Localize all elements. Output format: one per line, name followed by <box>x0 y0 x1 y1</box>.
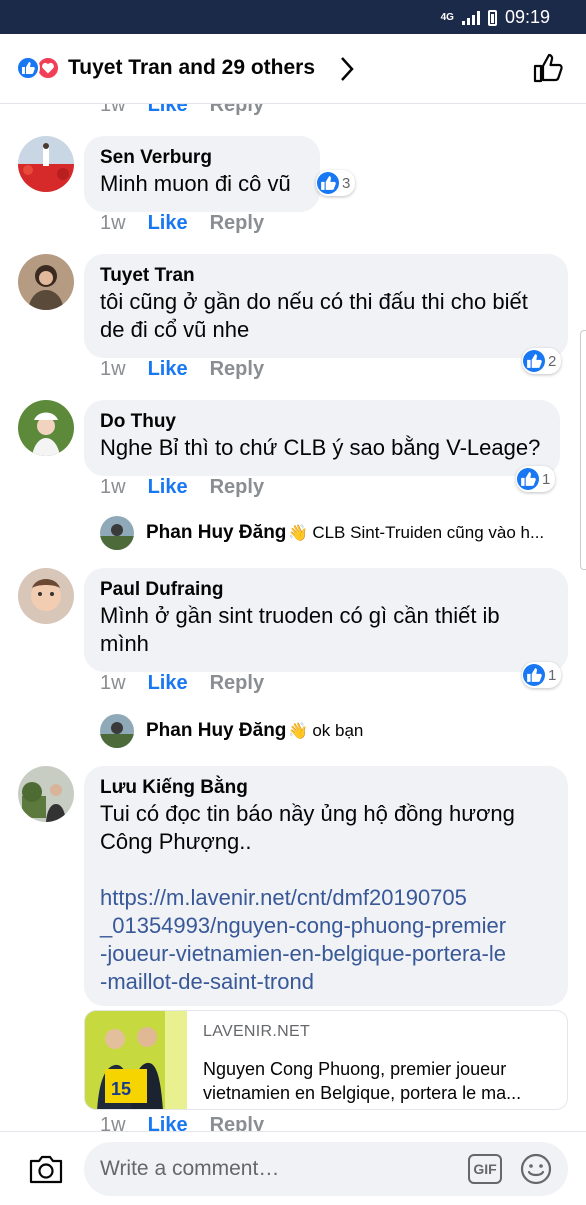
comment-text: mình <box>100 631 149 656</box>
reply-link[interactable]: Reply <box>210 212 264 235</box>
comment-author[interactable]: Lưu Kiếng Bằng <box>100 776 552 800</box>
comment-text: Mình ở gần sint truoden có gì cần thiết … <box>100 603 500 628</box>
comment-actions: 1w Like Reply <box>100 104 264 117</box>
like-link[interactable]: Like <box>148 104 188 117</box>
reply-author[interactable]: Phan Huy Đăng <box>146 522 286 544</box>
reply-link[interactable]: Reply <box>210 1114 264 1131</box>
comment-link[interactable]: -joueur-vietnamien-en-belgique-portera-l… <box>100 940 552 968</box>
comment-bubble[interactable]: Lưu Kiếng Bằng Tui có đọc tin báo nầy ủn… <box>84 766 568 1006</box>
clock: 09:19 <box>504 7 550 27</box>
comment-author[interactable]: Sen Verburg <box>100 146 304 170</box>
link-preview-card[interactable]: 15 LAVENIR.NET Nguyen Cong Phuong, premi… <box>84 1010 568 1110</box>
comment-text: Nghe Bỉ thì to chứ CLB ý sao bằng V-Leag… <box>100 435 541 460</box>
like-link[interactable]: Like <box>148 212 188 235</box>
reply-avatar[interactable] <box>100 714 134 748</box>
link-preview-image: 15 <box>85 1011 187 1109</box>
reactors-summary[interactable]: Tuyet Tran and 29 others <box>68 56 315 80</box>
reaction-count[interactable]: 2 <box>522 348 562 374</box>
reaction-count-value: 1 <box>548 666 557 684</box>
avatar[interactable] <box>18 136 74 192</box>
signal-icon <box>461 10 480 25</box>
reply-link[interactable]: Reply <box>210 672 264 695</box>
comment-bubble[interactable]: Sen Verburg Minh muon đi cô vũ <box>84 136 320 212</box>
scrollbar[interactable] <box>580 330 586 570</box>
reply-text: CLB Sint-Truiden cũng vào h... <box>312 523 545 542</box>
link-preview-title[interactable]: Nguyen Cong Phuong, premier joueur vietn… <box>203 1057 559 1105</box>
comment-text: Minh muon đi cô vũ <box>100 171 291 196</box>
comment-actions: 1w Like Reply <box>100 212 264 235</box>
reply-link[interactable]: Reply <box>210 104 264 117</box>
comment-link[interactable]: -maillot-de-saint-trond <box>100 968 552 996</box>
reply-link[interactable]: Reply <box>210 358 264 381</box>
avatar[interactable] <box>18 568 74 624</box>
reaction-count[interactable]: 1 <box>516 466 556 492</box>
like-post-icon[interactable] <box>532 52 564 84</box>
comment-text: de đi cổ vũ nhe <box>100 317 250 342</box>
like-link[interactable]: Like <box>148 672 188 695</box>
reply-preview[interactable]: Phan Huy Đăng 👋 ok bạn <box>146 720 566 742</box>
avatar[interactable] <box>18 254 74 310</box>
reaction-icons[interactable] <box>16 56 60 80</box>
comment-time: 1w <box>100 212 126 234</box>
reaction-count-value: 3 <box>342 174 351 192</box>
like-reaction-icon <box>16 56 40 80</box>
like-link[interactable]: Like <box>148 358 188 381</box>
avatar[interactable] <box>18 766 74 822</box>
wave-icon: 👋 <box>288 525 309 542</box>
like-reaction-icon <box>523 664 545 686</box>
camera-icon[interactable] <box>28 1153 64 1185</box>
comment-text: Tui có đọc tin báo nầy ủng hộ đồng hương <box>100 801 515 826</box>
comment-link[interactable]: _01354993/nguyen-cong-phuong-premier <box>100 912 552 940</box>
avatar[interactable] <box>18 400 74 456</box>
comment-author[interactable]: Paul Dufraing <box>100 578 552 602</box>
reaction-count[interactable]: 3 <box>316 170 356 196</box>
comment-text: tôi cũng ở gần do nếu có thi đấu thi cho… <box>100 289 528 314</box>
comment-time: 1w <box>100 476 126 498</box>
comment-time: 1w <box>100 104 126 116</box>
comment-link[interactable]: https://m.lavenir.net/cnt/dmf20190705 <box>100 884 552 912</box>
status-icons: 4G 09:19 <box>441 7 550 28</box>
comments-list[interactable]: 1w Like Reply Sen Verburg Minh muon đi c… <box>0 104 586 1131</box>
reply-link[interactable]: Reply <box>210 476 264 499</box>
reaction-count[interactable]: 1 <box>522 662 562 688</box>
comment-bubble[interactable]: Do Thuy Nghe Bỉ thì to chứ CLB ý sao bằn… <box>84 400 560 476</box>
comment-actions: 1w Like Reply <box>100 1114 264 1131</box>
wave-icon: 👋 <box>288 723 309 740</box>
comment-composer: Write a comment… GIF <box>0 1131 586 1205</box>
comment-bubble[interactable]: Paul Dufraing Mình ở gần sint truoden có… <box>84 568 568 672</box>
comment-actions: 1w Like Reply <box>100 476 264 499</box>
like-reaction-icon <box>523 350 545 372</box>
status-bar: 4G 09:19 <box>0 0 586 34</box>
reactions-header: Tuyet Tran and 29 others <box>0 34 586 104</box>
comment-input[interactable]: Write a comment… GIF <box>84 1142 568 1196</box>
reaction-count-value: 1 <box>542 470 551 488</box>
like-reaction-icon <box>317 172 339 194</box>
comment-author[interactable]: Do Thuy <box>100 410 544 434</box>
chevron-right-icon[interactable] <box>338 55 356 83</box>
like-link[interactable]: Like <box>148 1114 188 1131</box>
reply-text: ok bạn <box>312 721 364 740</box>
comment-text: Công Phượng.. <box>100 829 252 854</box>
reply-avatar[interactable] <box>100 516 134 550</box>
comment-placeholder: Write a comment… <box>100 1157 280 1180</box>
reaction-count-value: 2 <box>548 352 557 370</box>
link-preview-domain: LAVENIR.NET <box>203 1023 311 1040</box>
comment-actions: 1w Like Reply <box>100 358 264 381</box>
comment-author[interactable]: Tuyet Tran <box>100 264 552 288</box>
like-link[interactable]: Like <box>148 476 188 499</box>
comment-time: 1w <box>100 358 126 380</box>
like-reaction-icon <box>517 468 539 490</box>
gif-button[interactable]: GIF <box>468 1154 502 1184</box>
svg-text:15: 15 <box>111 1079 131 1099</box>
battery-icon <box>487 9 497 26</box>
comment-time: 1w <box>100 1114 126 1131</box>
comment-bubble[interactable]: Tuyet Tran tôi cũng ở gần do nếu có thi … <box>84 254 568 358</box>
comment-time: 1w <box>100 672 126 694</box>
emoji-icon[interactable] <box>520 1153 552 1185</box>
reply-preview[interactable]: Phan Huy Đăng 👋 CLB Sint-Truiden cũng và… <box>146 522 566 544</box>
comment-actions: 1w Like Reply <box>100 672 264 695</box>
reply-author[interactable]: Phan Huy Đăng <box>146 720 286 742</box>
network-indicator: 4G <box>440 11 454 23</box>
